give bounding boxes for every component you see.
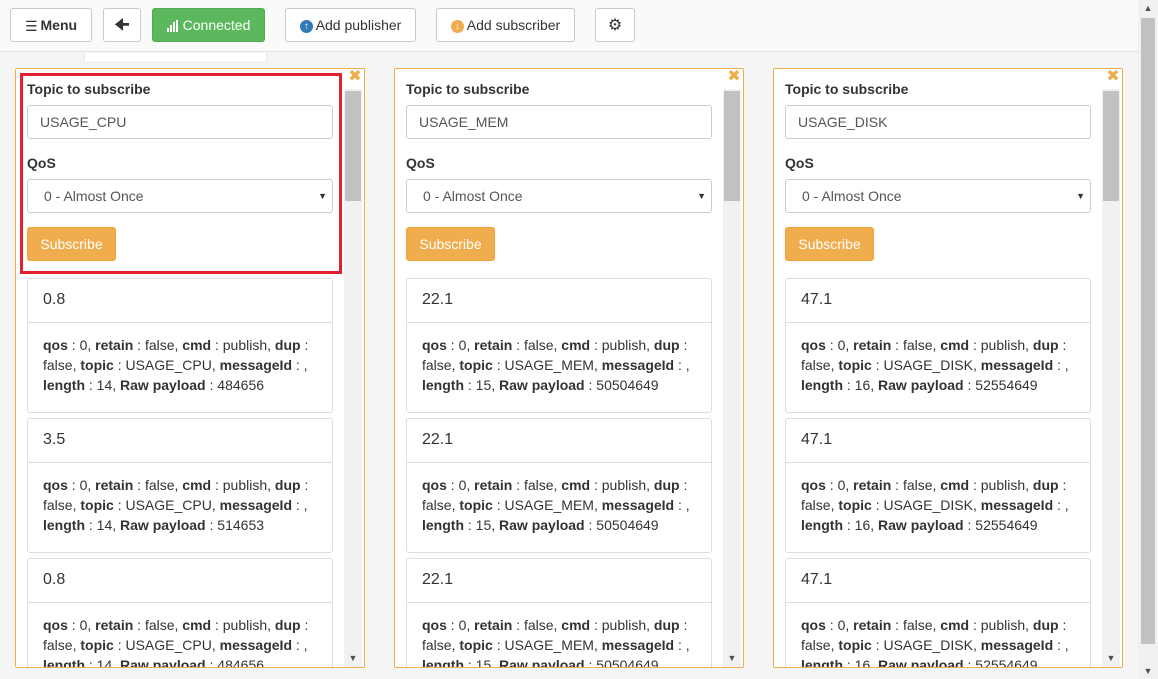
add-publisher-button[interactable]: ↑ Add publisher bbox=[285, 8, 416, 42]
topic-input[interactable] bbox=[27, 105, 333, 139]
panel-scrollbar[interactable]: ▼ bbox=[723, 89, 741, 667]
caret-down-icon: ▼ bbox=[318, 191, 327, 201]
message-card: 47.1 qos : 0, retain : false, cmd : publ… bbox=[785, 418, 1091, 553]
add-subscriber-label: Add subscriber bbox=[466, 17, 561, 33]
topic-label: Topic to subscribe bbox=[785, 81, 909, 97]
back-button[interactable]: 🠈 bbox=[103, 8, 141, 42]
qos-select[interactable]: 0 - Almost Once ▼ bbox=[406, 179, 712, 213]
qos-label: QoS bbox=[785, 155, 814, 171]
arrow-up-circle-icon: ↑ bbox=[299, 19, 313, 33]
subscribe-button[interactable]: Subscribe bbox=[406, 227, 495, 261]
topic-input[interactable] bbox=[785, 105, 1091, 139]
message-card: 3.5 qos : 0, retain : false, cmd : publi… bbox=[27, 418, 333, 553]
message-value: 22.1 bbox=[407, 279, 711, 323]
qos-selected-value: 0 - Almost Once bbox=[423, 188, 523, 204]
message-value: 3.5 bbox=[28, 419, 332, 463]
signal-bars-icon bbox=[166, 20, 180, 33]
hamburger-icon: ☰ bbox=[24, 18, 38, 35]
scroll-down-arrow-icon[interactable]: ▼ bbox=[344, 653, 362, 663]
scrollbar-thumb[interactable] bbox=[345, 91, 361, 201]
scroll-down-arrow-icon[interactable]: ▼ bbox=[1138, 663, 1158, 679]
message-meta: qos : 0, retain : false, cmd : publish, … bbox=[801, 477, 1069, 533]
close-icon[interactable]: ✖ bbox=[348, 69, 362, 85]
scrollbar-thumb[interactable] bbox=[724, 91, 740, 201]
add-publisher-label: Add publisher bbox=[315, 17, 402, 33]
message-value: 0.8 bbox=[28, 559, 332, 603]
scroll-down-arrow-icon[interactable]: ▼ bbox=[723, 653, 741, 663]
message-meta: qos : 0, retain : false, cmd : publish, … bbox=[422, 617, 690, 668]
message-value: 47.1 bbox=[786, 559, 1090, 603]
message-card: 0.8 qos : 0, retain : false, cmd : publi… bbox=[27, 558, 333, 668]
toolbar: ☰ Menu 🠈 Connected ↑ Add publisher ↓ Add su… bbox=[0, 0, 1138, 52]
message-card: 47.1 qos : 0, retain : false, cmd : publ… bbox=[785, 558, 1091, 668]
message-meta: qos : 0, retain : false, cmd : publish, … bbox=[422, 477, 690, 533]
message-meta: qos : 0, retain : false, cmd : publish, … bbox=[801, 337, 1069, 393]
panel-scrollbar[interactable]: ▼ bbox=[344, 89, 362, 667]
subscriber-panel: ✖ Topic to subscribe QoS 0 - Almost Once… bbox=[394, 68, 744, 668]
message-meta: qos : 0, retain : false, cmd : publish, … bbox=[801, 617, 1069, 668]
topic-label: Topic to subscribe bbox=[27, 81, 151, 97]
caret-down-icon: ▼ bbox=[697, 191, 706, 201]
dropdown-remnant bbox=[84, 53, 267, 63]
subscribe-button[interactable]: Subscribe bbox=[27, 227, 116, 261]
message-meta: qos : 0, retain : false, cmd : publish, … bbox=[43, 477, 309, 533]
qos-label: QoS bbox=[27, 155, 56, 171]
subscriber-panel: ✖ Topic to subscribe QoS 0 - Almost Once… bbox=[773, 68, 1123, 668]
page-scrollbar[interactable]: ▲ ▼ bbox=[1138, 0, 1158, 679]
gear-icon: ⚙ bbox=[607, 17, 623, 34]
connected-button[interactable]: Connected bbox=[152, 8, 265, 42]
topic-input[interactable] bbox=[406, 105, 712, 139]
qos-label: QoS bbox=[406, 155, 435, 171]
message-value: 47.1 bbox=[786, 279, 1090, 323]
message-card: 22.1 qos : 0, retain : false, cmd : publ… bbox=[406, 278, 712, 413]
message-value: 22.1 bbox=[407, 559, 711, 603]
message-card: 47.1 qos : 0, retain : false, cmd : publ… bbox=[785, 278, 1091, 413]
qos-select[interactable]: 0 - Almost Once ▼ bbox=[785, 179, 1091, 213]
topic-label: Topic to subscribe bbox=[406, 81, 530, 97]
qos-select[interactable]: 0 - Almost Once ▼ bbox=[27, 179, 333, 213]
subscribe-button[interactable]: Subscribe bbox=[785, 227, 874, 261]
message-meta: qos : 0, retain : false, cmd : publish, … bbox=[43, 617, 309, 668]
message-meta: qos : 0, retain : false, cmd : publish, … bbox=[43, 337, 309, 393]
message-value: 22.1 bbox=[407, 419, 711, 463]
scroll-up-arrow-icon[interactable]: ▲ bbox=[1138, 0, 1158, 16]
add-subscriber-button[interactable]: ↓ Add subscriber bbox=[436, 8, 575, 42]
connected-label: Connected bbox=[182, 17, 251, 33]
menu-button[interactable]: ☰ Menu bbox=[10, 8, 92, 42]
scroll-down-arrow-icon[interactable]: ▼ bbox=[1102, 653, 1120, 663]
close-icon[interactable]: ✖ bbox=[1106, 69, 1120, 85]
arrow-down-circle-icon: ↓ bbox=[450, 19, 464, 33]
subscriber-panel: ✖ Topic to subscribe QoS 0 - Almost Once… bbox=[15, 68, 365, 668]
scrollbar-thumb[interactable] bbox=[1103, 91, 1119, 201]
panel-scrollbar[interactable]: ▼ bbox=[1102, 89, 1120, 667]
arrow-left-icon: 🠈 bbox=[114, 17, 130, 34]
message-meta: qos : 0, retain : false, cmd : publish, … bbox=[422, 337, 690, 393]
caret-down-icon: ▼ bbox=[1076, 191, 1085, 201]
message-value: 0.8 bbox=[28, 279, 332, 323]
settings-button[interactable]: ⚙ bbox=[595, 8, 635, 42]
message-card: 22.1 qos : 0, retain : false, cmd : publ… bbox=[406, 418, 712, 553]
qos-selected-value: 0 - Almost Once bbox=[802, 188, 902, 204]
qos-selected-value: 0 - Almost Once bbox=[44, 188, 144, 204]
message-card: 22.1 qos : 0, retain : false, cmd : publ… bbox=[406, 558, 712, 668]
message-value: 47.1 bbox=[786, 419, 1090, 463]
page-scrollbar-thumb[interactable] bbox=[1141, 18, 1155, 644]
message-card: 0.8 qos : 0, retain : false, cmd : publi… bbox=[27, 278, 333, 413]
menu-label: Menu bbox=[40, 17, 78, 33]
close-icon[interactable]: ✖ bbox=[727, 69, 741, 85]
